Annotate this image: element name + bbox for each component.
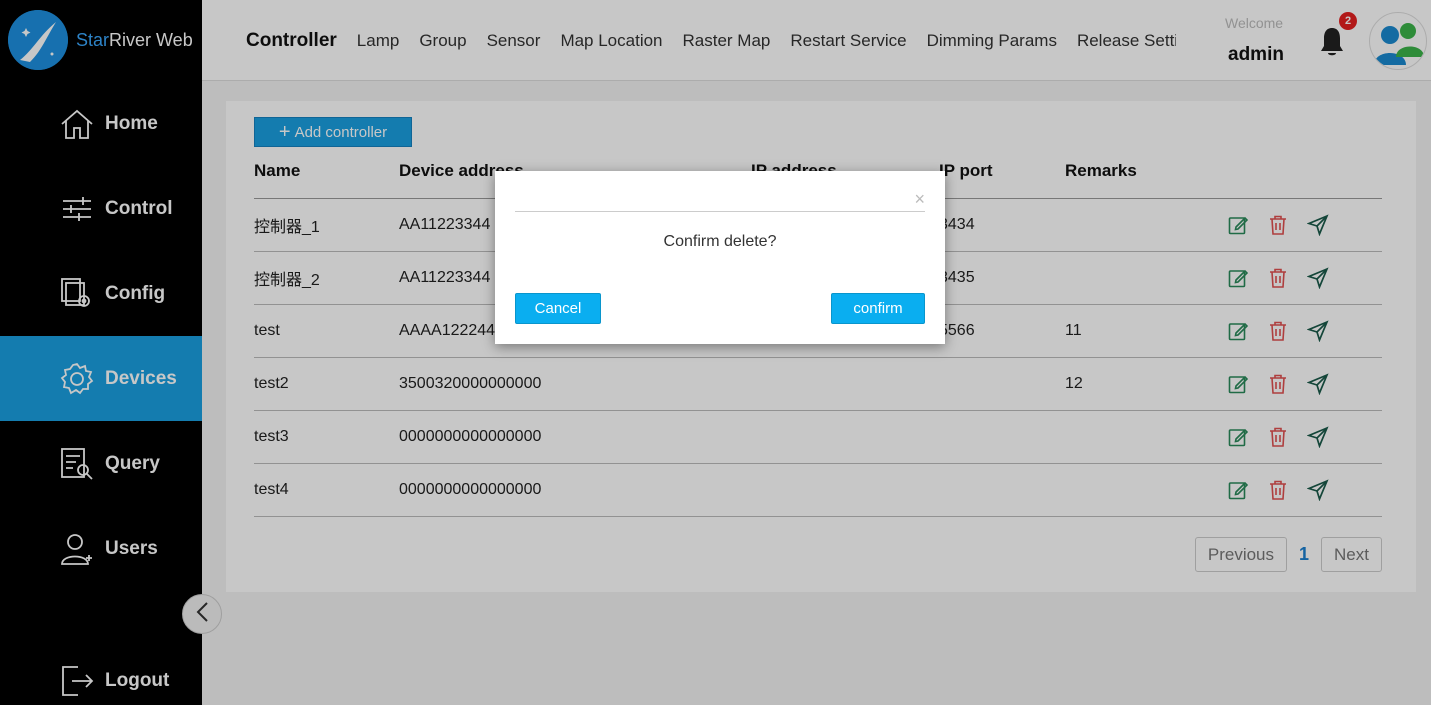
dialog-message: Confirm delete?	[663, 233, 777, 250]
cancel-button[interactable]: Cancel	[515, 293, 601, 324]
close-icon[interactable]: ×	[914, 189, 925, 210]
confirm-button[interactable]: confirm	[831, 293, 925, 324]
confirm-delete-dialog: × Confirm delete? Cancel confirm	[495, 171, 945, 344]
dialog-divider	[515, 211, 925, 212]
modal-overlay[interactable]	[0, 0, 1431, 705]
